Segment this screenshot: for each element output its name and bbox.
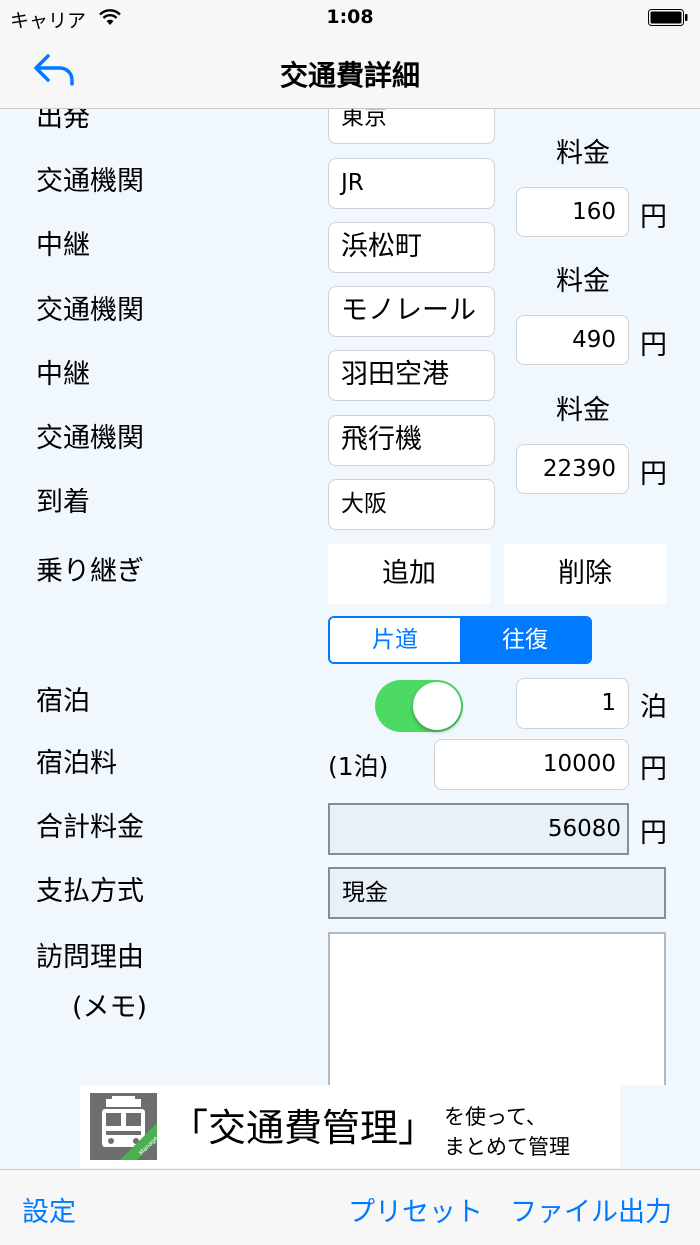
trip-type-segmented-control[interactable]: 片道 往復 [328, 616, 592, 664]
fee-label-1: 料金 [556, 138, 610, 169]
lodging-toggle[interactable] [375, 680, 463, 732]
ad-banner[interactable]: Manage 「交通費管理」 を使って、 まとめて管理 [80, 1085, 620, 1168]
segment-one-way[interactable]: 片道 [330, 618, 460, 662]
toggle-knob [413, 682, 461, 730]
per-night-label: (1泊) [328, 752, 389, 781]
transport-field-3[interactable]: 飛行機 [328, 415, 495, 466]
train-app-icon: Manage [90, 1093, 157, 1160]
transport-label-2: 交通機関 [36, 295, 144, 326]
delete-transfer-button[interactable]: 削除 [504, 544, 666, 604]
navigation-bar: 交通費詳細 [0, 36, 700, 109]
transfer-label-2: 中継 [36, 359, 90, 390]
transfer-label-1: 中継 [36, 230, 90, 261]
fee-label-2: 料金 [556, 266, 610, 297]
ad-sub-text-2: まとめて管理 [444, 1135, 570, 1159]
bottom-toolbar: 設定 プリセット ファイル出力 [0, 1169, 700, 1245]
yen-unit-lodging: 円 [640, 754, 667, 785]
lodging-label: 宿泊 [36, 686, 90, 717]
file-export-button[interactable]: ファイル出力 [510, 1190, 672, 1229]
battery-icon [648, 9, 688, 26]
connection-label: 乗り継ぎ [36, 556, 144, 587]
yen-unit-3: 円 [640, 459, 667, 490]
add-transfer-button[interactable]: 追加 [328, 544, 490, 604]
departure-field[interactable]: 東京 [328, 109, 495, 144]
detail-form[interactable]: 出発 交通機関 中継 交通機関 中継 交通機関 到着 乗り継ぎ 宿泊 宿泊料 合… [0, 109, 700, 1085]
ad-sub-text-1: を使って、 [444, 1105, 547, 1129]
total-label: 合計料金 [36, 812, 144, 843]
nights-field[interactable]: 1 [516, 678, 629, 729]
fee-field-3[interactable]: 22390 [516, 444, 629, 494]
transfer-field-1[interactable]: 浜松町 [328, 222, 495, 273]
arrival-field[interactable]: 大阪 [328, 479, 495, 530]
transport-label-3: 交通機関 [36, 423, 144, 454]
total-field: 56080 [328, 803, 629, 855]
payment-label: 支払方式 [36, 876, 144, 907]
preset-button[interactable]: プリセット [348, 1190, 483, 1229]
fee-field-1[interactable]: 160 [516, 187, 629, 237]
nights-unit: 泊 [640, 692, 667, 723]
transfer-field-2[interactable]: 羽田空港 [328, 350, 495, 401]
yen-unit-total: 円 [640, 818, 667, 849]
fee-field-2[interactable]: 490 [516, 315, 629, 365]
transport-label-1: 交通機関 [36, 166, 144, 197]
yen-unit-1: 円 [640, 202, 667, 233]
settings-button[interactable]: 設定 [22, 1190, 76, 1229]
yen-unit-2: 円 [640, 330, 667, 361]
departure-label: 出発 [36, 109, 90, 133]
clock: 1:08 [326, 6, 374, 28]
fee-label-3: 料金 [556, 395, 610, 426]
segment-round-trip[interactable]: 往復 [460, 618, 590, 662]
visit-reason-memo[interactable] [328, 932, 666, 1085]
page-title: 交通費詳細 [279, 59, 420, 92]
transport-field-2[interactable]: モノレール [328, 286, 495, 337]
lodging-fee-field[interactable]: 10000 [434, 739, 629, 790]
payment-method-field[interactable]: 現金 [328, 867, 666, 919]
arrival-label: 到着 [36, 487, 90, 518]
ad-main-text: 「交通費管理」 [170, 1106, 437, 1150]
reason-label: 訪問理由 [36, 942, 144, 973]
reason-sublabel: (メモ) [72, 992, 148, 1023]
status-bar: キャリア 1:08 [0, 0, 700, 36]
lodging-fee-label: 宿泊料 [36, 748, 117, 779]
transport-field-1[interactable]: JR [328, 158, 495, 209]
